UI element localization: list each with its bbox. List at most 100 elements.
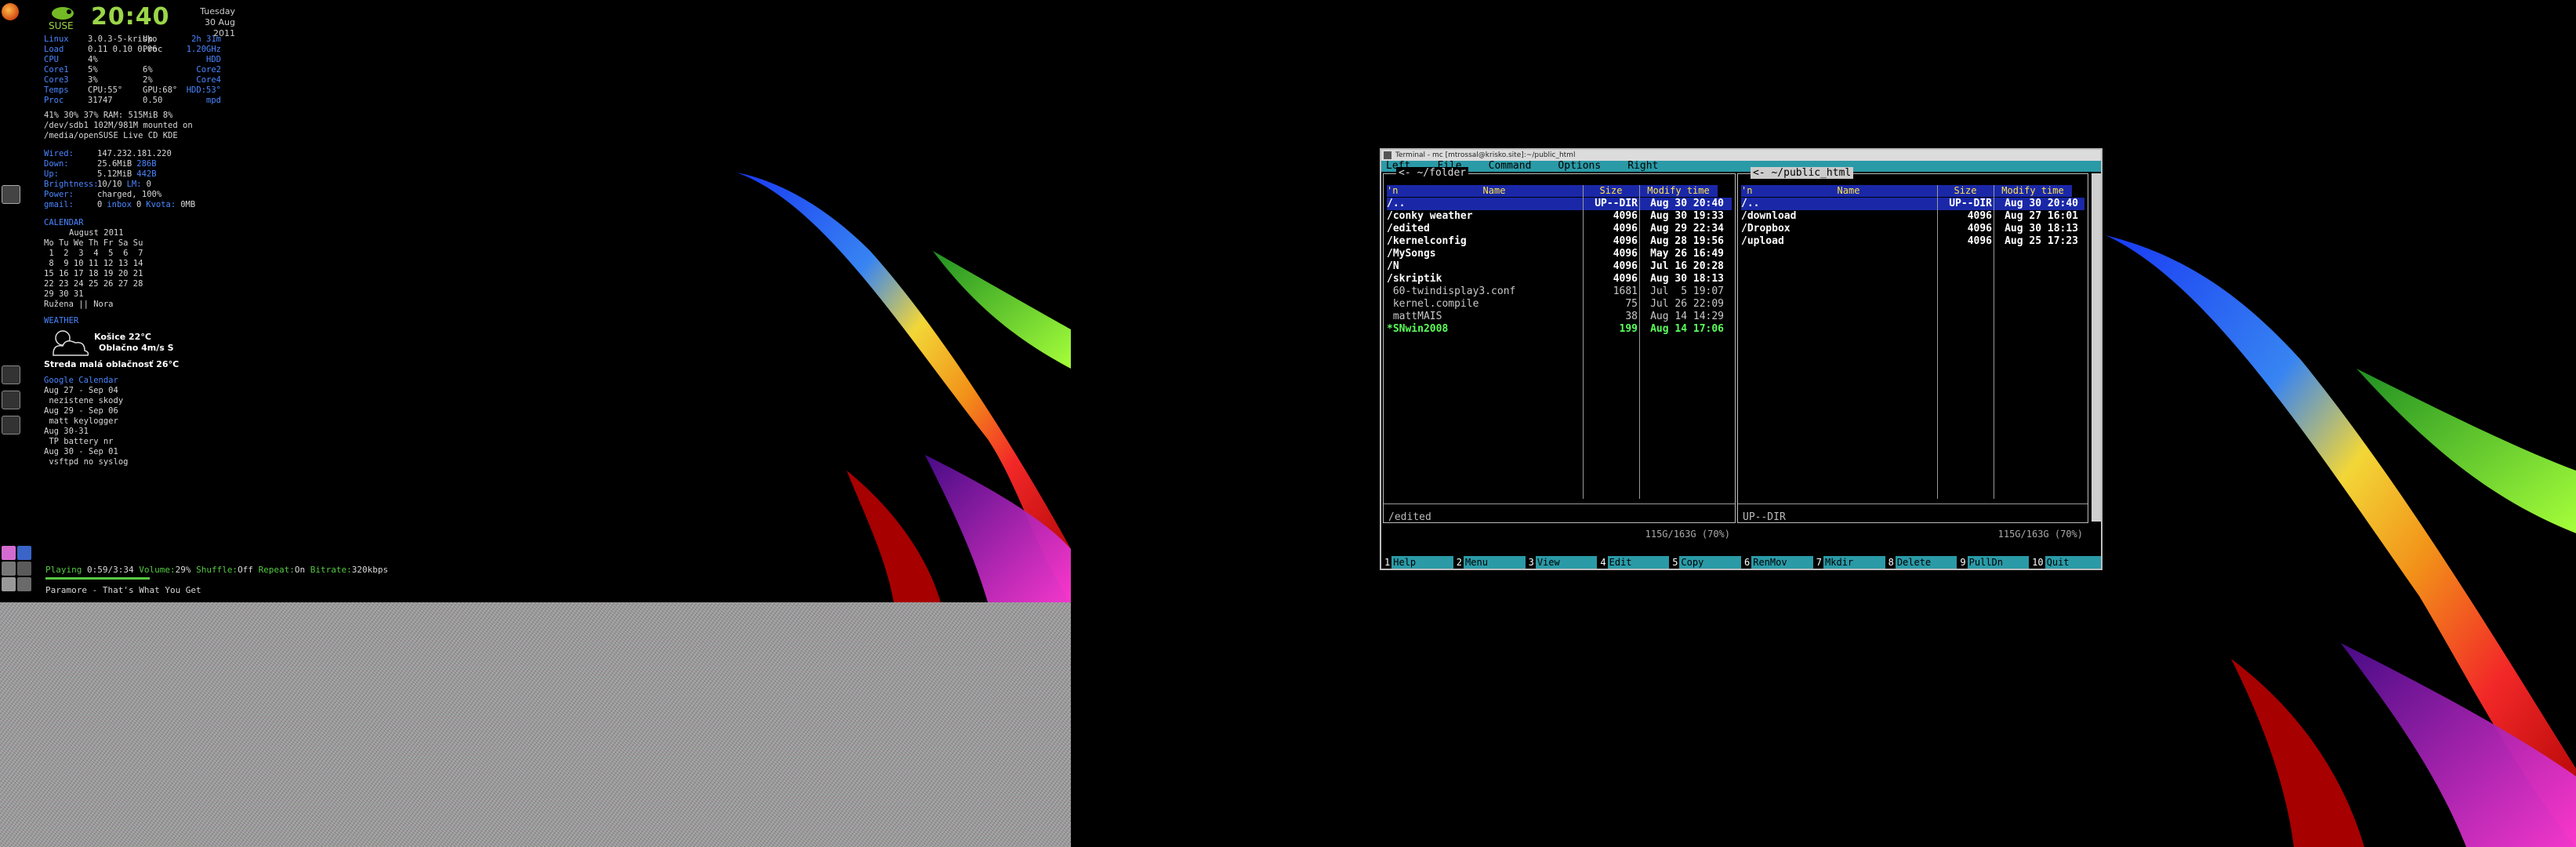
column-header[interactable]: Name [1760,185,1937,197]
fkey-help[interactable]: 1 Help [1381,556,1453,569]
sys-cell: 3.0.3-5-krisko [88,35,158,44]
sys-row: CPU 4% HDD [44,55,240,65]
file-row[interactable]: /skriptik 4096 Aug 30 18:13 [1387,273,1732,285]
file-row[interactable]: /conky weather 4096 Aug 30 19:33 [1387,210,1732,223]
close-app-icon[interactable] [17,546,31,560]
file-size: 1681 [1613,285,1638,297]
pink-app-icon[interactable] [2,546,16,560]
menu-item-command[interactable]: Command [1489,161,1532,172]
volume-icon[interactable] [2,577,16,591]
music-progress-bar[interactable] [45,577,150,580]
menu-item-options[interactable]: Options [1558,161,1601,172]
column-header[interactable]: Modify time [1994,185,2072,197]
file-mtime: Aug 14 14:29 [1650,311,1724,322]
sys-cell: HDD [206,55,221,64]
file-name: /edited [1387,223,1430,234]
fkey-quit[interactable]: 10 Quit [2029,556,2101,569]
calendar-row: Mo Tu We Th Fr Sa Su [44,238,143,248]
file-mtime: Aug 29 22:34 [1650,223,1724,234]
fkey-number: 4 [1597,556,1608,569]
file-mtime: Aug 30 19:33 [1650,210,1724,222]
fkey-label: Help [1391,556,1453,569]
calendar-row: 29 30 31 [44,289,84,299]
net-row: Up: 5.12MiB 442B [44,169,240,180]
sys-cell: HDD:53° [186,85,221,95]
menu-item-right[interactable]: Right [1627,161,1658,172]
column-header[interactable]: Size [1583,185,1639,197]
display-tray-icon[interactable] [17,577,31,591]
fkey-copy[interactable]: 5 Copy [1669,556,1741,569]
right-panel-path[interactable]: <- ~/public_html [1751,167,1854,179]
file-row[interactable]: *SNwin2008 199 Aug 14 17:06 [1387,323,1732,336]
net-cell: 0 [136,200,142,209]
fkey-edit[interactable]: 4 Edit [1597,556,1670,569]
net-cell: Wired: [44,149,74,158]
file-row[interactable]: /MySongs 4096 May 26 16:49 [1387,248,1732,260]
monitor-icon[interactable] [2,185,20,204]
net-cell: Brightness: [44,180,99,189]
fkey-pulldn[interactable]: 9 PullDn [1957,556,2030,569]
sys-cell: Temps [44,85,69,95]
music-playing-label: Playing [45,565,82,575]
fkey-menu[interactable]: 2 Menu [1453,556,1526,569]
file-row[interactable]: /.. UP--DIR Aug 30 20:40 [1387,198,1732,210]
file-row[interactable]: /upload 4096 Aug 25 17:23 [1741,235,2084,248]
column-header[interactable]: 'n [1387,185,1406,197]
fkey-renmov[interactable]: 6 RenMov [1740,556,1813,569]
fkey-label: RenMov [1751,556,1813,569]
gcal-item: Aug 30 - Sep 01 [44,447,118,456]
panel-divider [1384,503,1735,504]
column-header[interactable]: Modify time [1639,185,1718,197]
file-row[interactable]: /edited 4096 Aug 29 22:34 [1387,223,1732,235]
weather-city: Košice 22°C [94,332,151,342]
weather-tomorrow: Streda malá oblačnosť 26°C [44,359,180,369]
window-icon-1[interactable] [2,365,20,384]
net-cell: 0 [97,200,103,209]
left-panel[interactable]: <- ~/folder 'n Name Size Modify time /.. UP-… [1383,167,1736,540]
fkey-number: 6 [1740,556,1752,569]
file-size: 4096 [1967,235,1992,247]
fkey-number: 1 [1381,556,1392,569]
calendar-month: August 2011 [69,228,124,238]
right-panel[interactable]: <- ~/public_html 'n Name Size Modify time /… [1737,167,2088,540]
file-name: kernel.compile [1387,298,1479,310]
file-name: /MySongs [1387,248,1436,260]
file-row[interactable]: /Dropbox 4096 Aug 30 18:13 [1741,223,2084,235]
column-header[interactable]: 'n [1741,185,1760,197]
terminal-titlebar[interactable]: Terminal - mc [mtrossal@krisko.site]:~/p… [1381,150,2101,161]
file-mtime: Aug 30 18:13 [1650,273,1724,285]
file-name: /conky weather [1387,210,1473,222]
fkey-delete[interactable]: 8 Delete [1885,556,1957,569]
network-tray-icon[interactable] [2,562,16,576]
file-name: 60-twindisplay3.conf [1387,285,1516,297]
column-header[interactable]: Size [1937,185,1994,197]
file-row[interactable]: /N 4096 Jul 16 20:28 [1387,260,1732,273]
firefox-icon[interactable] [2,3,19,20]
computer-tray-icon[interactable] [17,562,31,576]
file-row[interactable]: /.. UP--DIR Aug 30 20:40 [1741,198,2084,210]
left-panel-path[interactable]: <- ~/folder [1396,167,1469,179]
file-row[interactable]: kernel.compile 75 Jul 26 22:09 [1387,298,1732,311]
file-row[interactable]: /kernelconfig 4096 Aug 28 19:56 [1387,235,1732,248]
net-cell: LM: [126,180,142,189]
net-cell: 25.6MiB [97,159,132,169]
file-mtime: Aug 30 20:40 [1650,198,1724,209]
music-volume: 29% [175,565,191,575]
terminal-scrollbar[interactable] [2092,173,2101,522]
sys-row: Core3 3% 2% Core4 [44,75,240,85]
fkey-view[interactable]: 3 View [1525,556,1598,569]
column-header[interactable]: Name [1406,185,1583,197]
memory-line: 41% 30% 37% RAM: 515MiB 8% [44,111,173,120]
window-icon-2[interactable] [2,391,20,409]
net-row: gmail: 0 inbox 0 Kvota: 0MB [44,200,240,210]
file-row[interactable]: mattMAIS 38 Aug 14 14:29 [1387,311,1732,323]
col-separator [1639,185,1640,499]
file-row[interactable]: /download 4096 Aug 27 16:01 [1741,210,2084,223]
terminal-window[interactable]: Terminal - mc [mtrossal@krisko.site]:~/p… [1380,148,2103,570]
sys-row: Temps CPU:55° GPU:68° HDD:53° [44,85,240,96]
left-panel-header: 'n Name Size Modify time [1387,185,1732,197]
file-row[interactable]: 60-twindisplay3.conf 1681 Jul 5 19:07 [1387,285,1732,298]
fkey-mkdir[interactable]: 7 Mkdir [1812,556,1885,569]
window-icon-3[interactable] [2,416,20,434]
file-size: 4096 [1613,223,1638,234]
